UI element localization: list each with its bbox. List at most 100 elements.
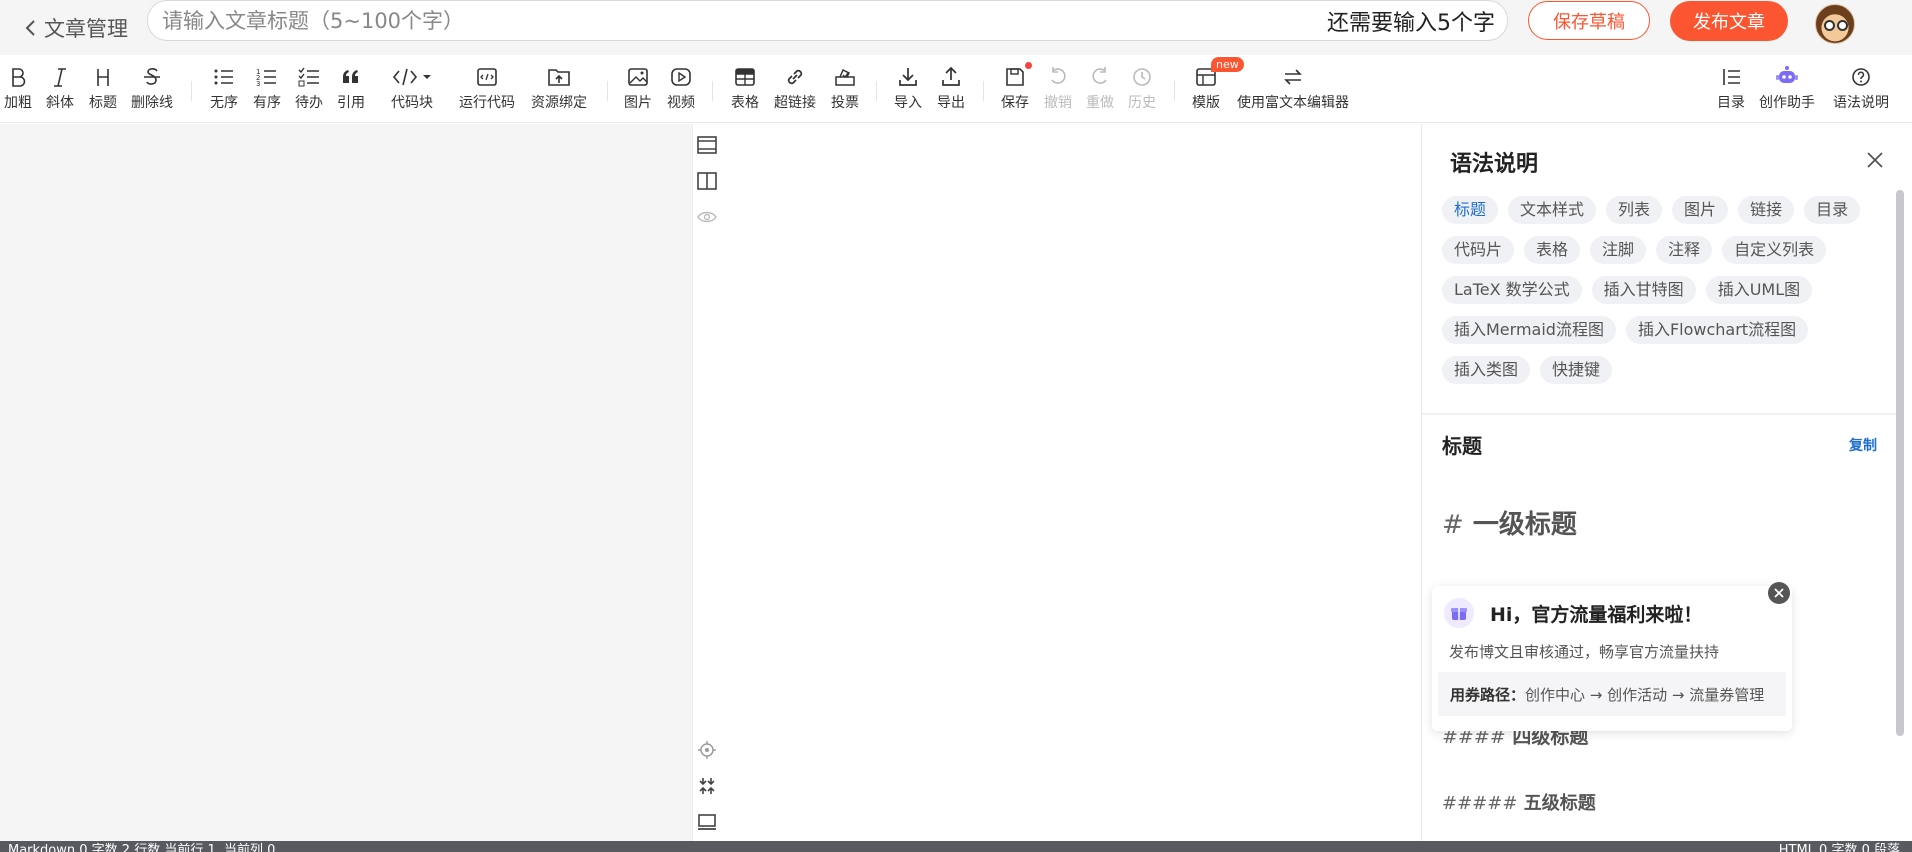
unordered-list-icon xyxy=(213,64,235,90)
toolbar-divider xyxy=(712,81,713,101)
syntax-help-panel: 语法说明 标题 文本样式 列表 图片 链接 目录 代码片 表格 注脚 注释 自定义列表 LaTeX 数… xyxy=(1421,124,1898,841)
syntax-tag[interactable]: 插入Mermaid流程图 xyxy=(1442,316,1616,344)
syntax-tag[interactable]: 目录 xyxy=(1804,196,1861,224)
section-title: 标题 xyxy=(1442,434,1482,458)
locate-icon[interactable] xyxy=(695,738,719,762)
popup-title: Hi，官方流量福利来啦！ xyxy=(1490,604,1703,626)
tool-rich-text-editor[interactable]: 使用富文本编辑器 xyxy=(1237,64,1349,116)
save-icon xyxy=(1004,62,1032,90)
bold-icon xyxy=(8,64,28,90)
tool-template[interactable]: new 模版 xyxy=(1192,57,1244,116)
tool-bold[interactable]: 加粗 xyxy=(4,64,32,116)
image-icon xyxy=(627,64,649,90)
divider xyxy=(1422,413,1898,415)
h1-example: # 一级标题 xyxy=(1442,510,1577,540)
avatar[interactable] xyxy=(1815,4,1855,44)
copy-button[interactable]: 复制 xyxy=(1849,435,1877,455)
help-icon xyxy=(1850,64,1872,90)
syntax-tag[interactable]: 表格 xyxy=(1524,236,1581,264)
unsaved-dot xyxy=(1025,62,1032,69)
tool-import[interactable]: 导入 xyxy=(894,64,922,116)
tool-save[interactable]: 保存 xyxy=(1001,62,1032,116)
status-bar: Markdown 0 字数 2 行数 当前行 1, 当前列 0 HTML 0 字… xyxy=(0,841,1912,852)
tool-history[interactable]: 历史 xyxy=(1128,64,1156,116)
syntax-tag[interactable]: 插入类图 xyxy=(1442,356,1531,384)
panel-scrollbar[interactable] xyxy=(1896,190,1904,736)
markdown-editor-area[interactable] xyxy=(0,124,692,841)
export-icon xyxy=(940,64,962,90)
chevron-left-icon xyxy=(25,19,35,36)
tool-italic[interactable]: 斜体 xyxy=(46,64,74,116)
save-draft-button[interactable]: 保存草稿 xyxy=(1528,1,1650,40)
tool-strikethrough[interactable]: 删除线 xyxy=(131,64,173,116)
code-block-icon xyxy=(392,64,432,90)
syntax-tag[interactable]: 标题 xyxy=(1442,196,1499,224)
tool-quote[interactable]: 引用 xyxy=(337,64,365,116)
syntax-tag[interactable]: LaTeX 数学公式 xyxy=(1442,276,1582,304)
tool-heading[interactable]: 标题 xyxy=(89,64,117,116)
coupon-path: 用券路径： 创作中心 → 创作活动 → 流量券管理 xyxy=(1438,672,1786,716)
preview-eye-icon[interactable] xyxy=(695,205,719,229)
syntax-tag[interactable]: 插入甘特图 xyxy=(1591,276,1696,304)
syntax-tag[interactable]: 链接 xyxy=(1738,196,1795,224)
tool-undo[interactable]: 撤销 xyxy=(1044,64,1072,116)
tool-syntax-help[interactable]: 语法说明 xyxy=(1833,64,1889,116)
tool-run-code[interactable]: 运行代码 xyxy=(459,64,515,116)
close-icon[interactable] xyxy=(1865,150,1885,170)
tool-export[interactable]: 导出 xyxy=(937,64,965,116)
syntax-tag[interactable]: 图片 xyxy=(1672,196,1729,224)
syntax-tag[interactable]: 自定义列表 xyxy=(1722,236,1827,264)
video-icon xyxy=(670,64,692,90)
tool-redo[interactable]: 重做 xyxy=(1086,64,1114,116)
tool-todo-list[interactable]: 待办 xyxy=(295,64,323,116)
title-field-wrapper: 还需要输入5个字 xyxy=(147,0,1508,41)
table-icon xyxy=(734,64,756,90)
popup-description: 发布博文且审核通过，畅享官方流量扶持 xyxy=(1449,643,1720,661)
strikethrough-icon xyxy=(142,64,162,90)
switch-editor-icon xyxy=(1282,64,1304,90)
toc-icon xyxy=(1720,64,1742,90)
sync-scroll-icon[interactable] xyxy=(695,774,719,798)
tool-table-of-contents[interactable]: 目录 xyxy=(1717,64,1745,116)
tool-video[interactable]: 视频 xyxy=(667,64,695,116)
tool-code-block[interactable]: 代码块 xyxy=(391,64,433,116)
tool-creation-assistant[interactable]: 创作助手 xyxy=(1759,64,1815,116)
back-label: 文章管理 xyxy=(44,16,128,41)
tool-unordered-list[interactable]: 无序 xyxy=(210,64,238,116)
syntax-tag[interactable]: 列表 xyxy=(1606,196,1663,224)
toolbar-divider xyxy=(876,81,877,101)
tool-ordered-list[interactable]: 123 有序 xyxy=(253,64,281,116)
syntax-tag[interactable]: 快捷键 xyxy=(1540,356,1613,384)
tool-resource-bind[interactable]: 资源绑定 xyxy=(531,64,587,116)
editor-only-icon[interactable] xyxy=(695,133,719,157)
tool-table[interactable]: 表格 xyxy=(731,64,759,116)
syntax-tag[interactable]: 文本样式 xyxy=(1508,196,1597,224)
back-to-article-management[interactable]: 文章管理 xyxy=(24,8,128,48)
syntax-tag[interactable]: 注释 xyxy=(1656,236,1713,264)
syntax-tag[interactable]: 代码片 xyxy=(1442,236,1515,264)
gift-icon xyxy=(1444,598,1474,628)
ordered-list-icon: 123 xyxy=(256,64,278,90)
undo-icon xyxy=(1047,64,1069,90)
robot-icon xyxy=(1775,64,1799,90)
vote-icon xyxy=(834,64,856,90)
tool-vote[interactable]: 投票 xyxy=(831,64,859,116)
fullscreen-icon[interactable] xyxy=(695,810,719,834)
run-code-icon xyxy=(476,64,498,90)
editor-toolbar: 加粗 斜体 标题 删除线 无序 123 有序 待办 引用 代码块 运行代码 资源… xyxy=(0,55,1912,123)
article-title-input[interactable] xyxy=(148,2,1327,39)
split-view-icon[interactable] xyxy=(695,169,719,193)
popup-close-icon[interactable] xyxy=(1768,582,1790,604)
publish-button[interactable]: 发布文章 xyxy=(1670,1,1788,41)
italic-icon xyxy=(50,64,70,90)
folder-upload-icon xyxy=(547,64,571,90)
top-header: 文章管理 还需要输入5个字 保存草稿 发布文章 xyxy=(0,0,1912,55)
toolbar-divider xyxy=(607,81,608,101)
syntax-tag[interactable]: 注脚 xyxy=(1590,236,1647,264)
tool-image[interactable]: 图片 xyxy=(624,64,652,116)
tool-hyperlink[interactable]: 超链接 xyxy=(774,64,816,116)
syntax-tag[interactable]: 插入UML图 xyxy=(1705,276,1813,304)
syntax-tag[interactable]: 插入Flowchart流程图 xyxy=(1625,316,1809,344)
template-icon: new xyxy=(1195,57,1244,90)
status-markdown: Markdown 0 字数 2 行数 当前行 1, 当前列 0 xyxy=(8,843,276,852)
